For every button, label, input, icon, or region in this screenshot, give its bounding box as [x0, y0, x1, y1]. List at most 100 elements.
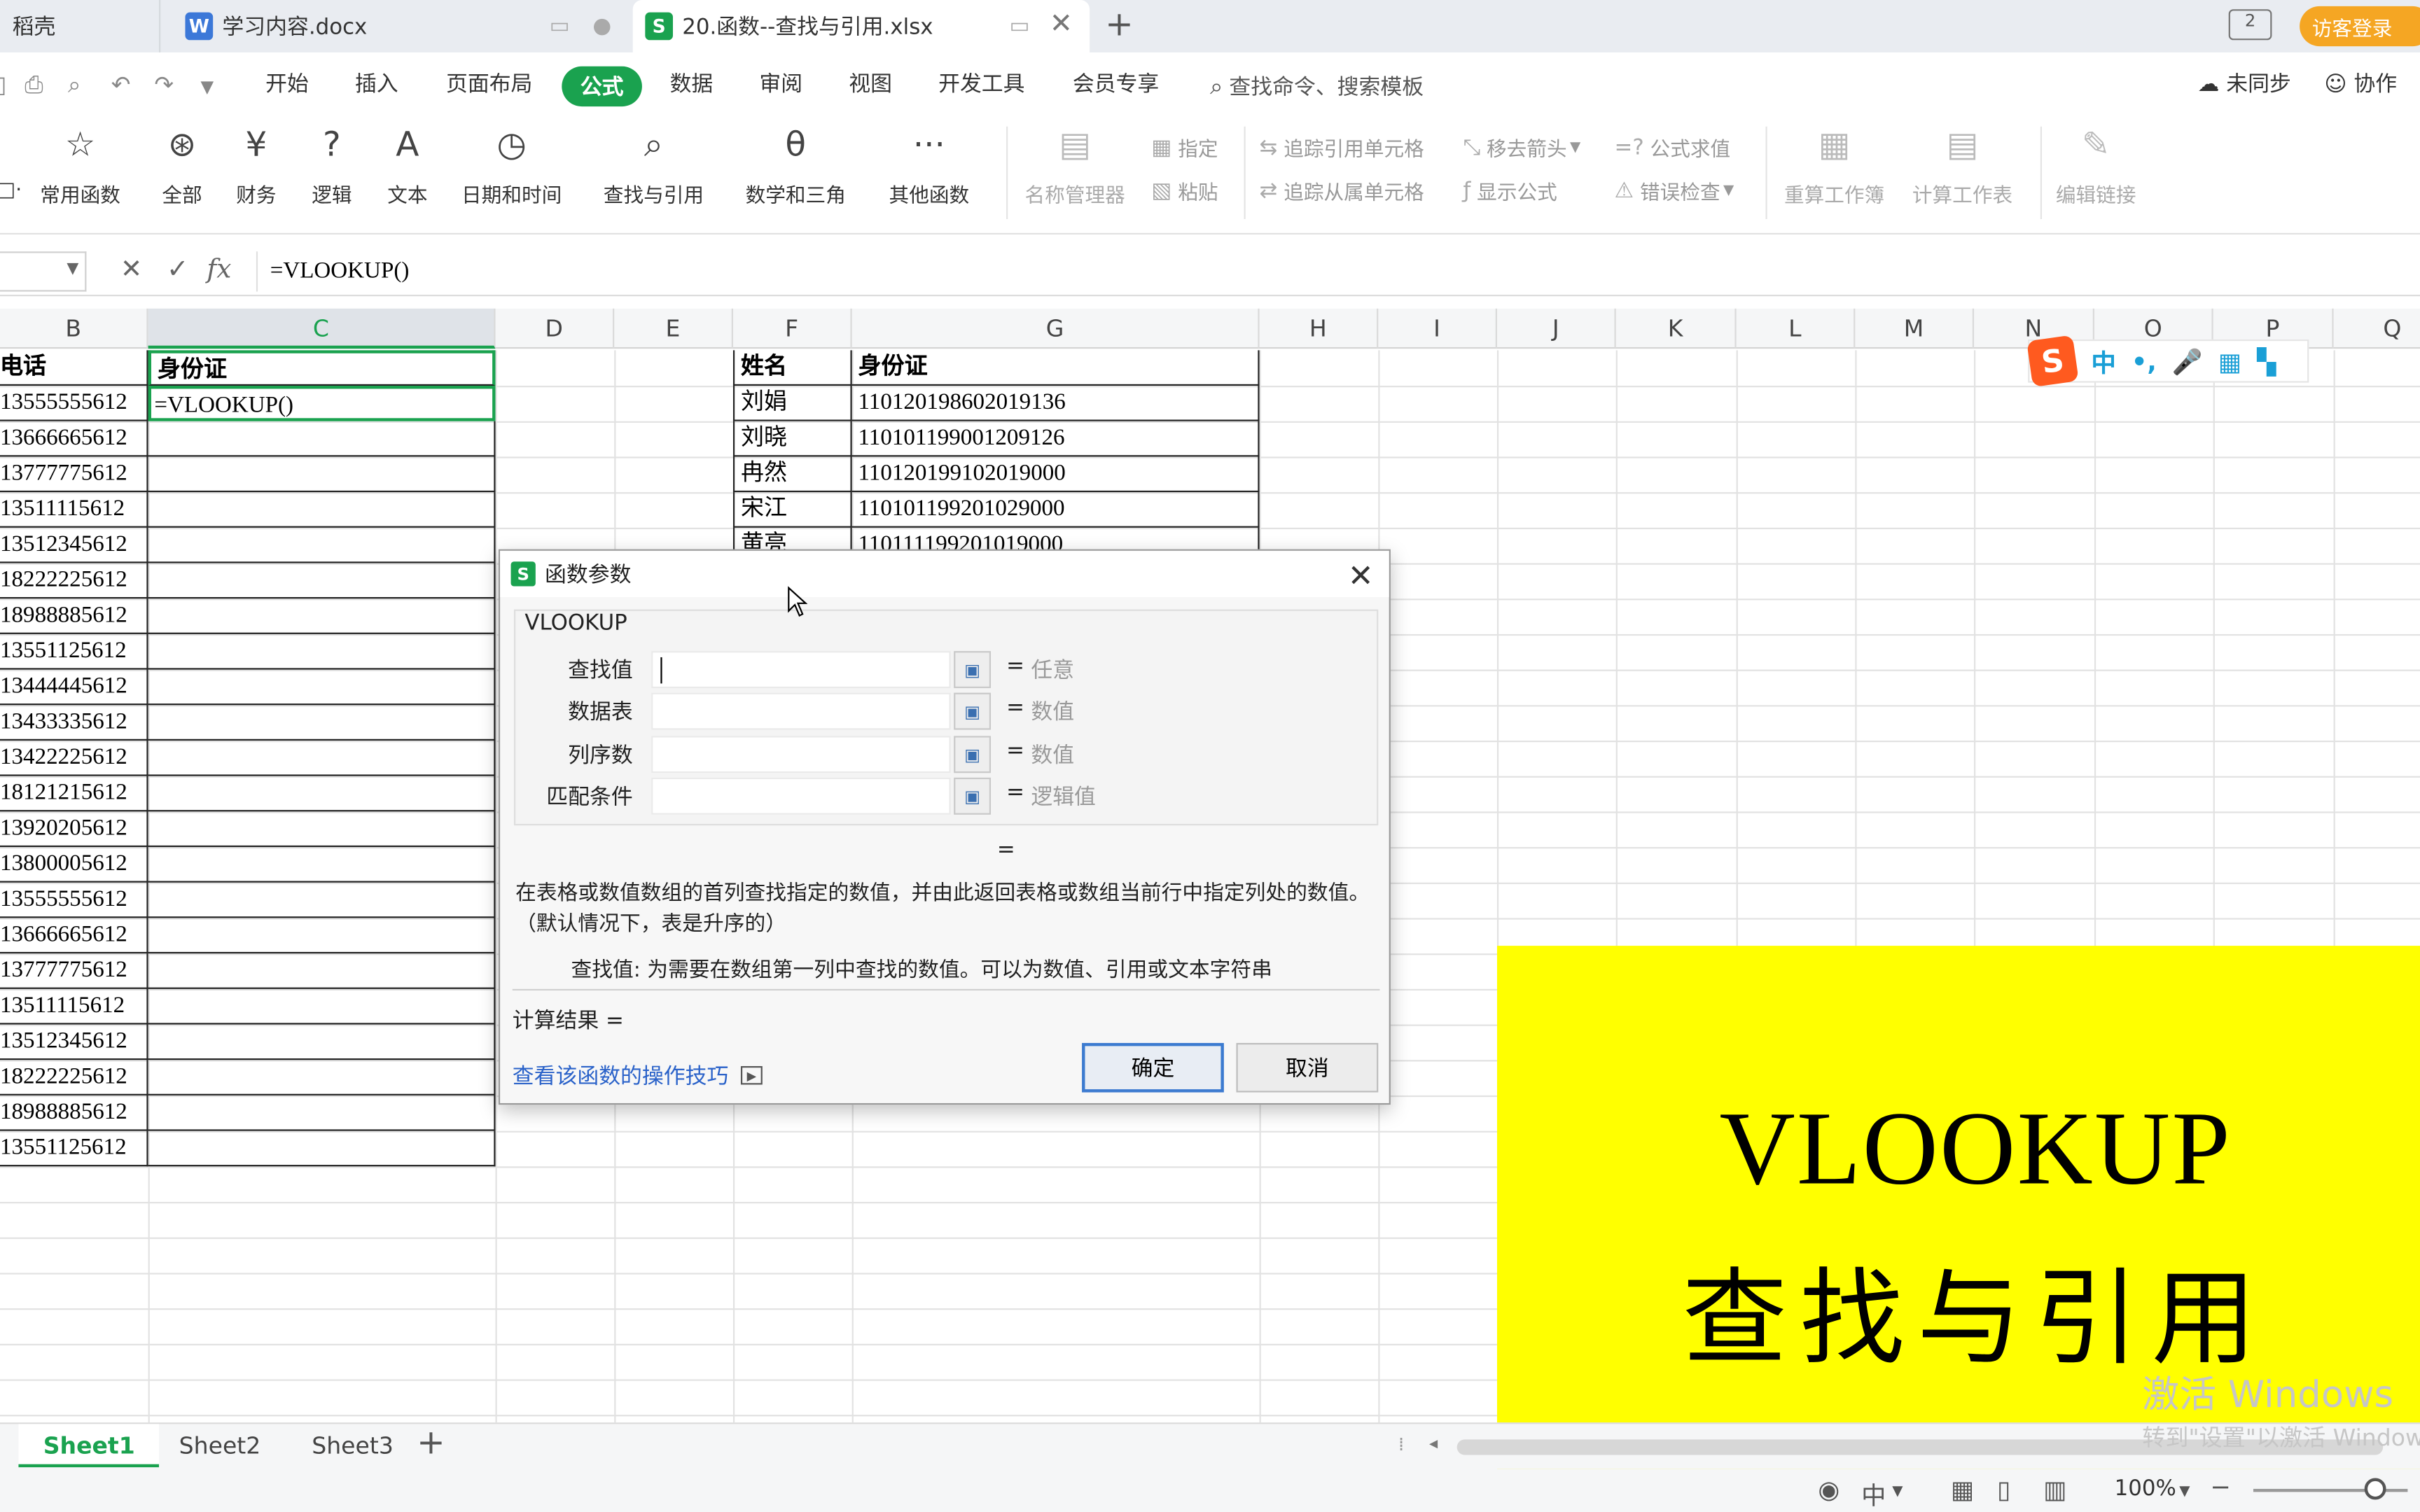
- zoom-level[interactable]: 100%: [2115, 1476, 2176, 1501]
- recalc-workbook-button[interactable]: ▦ 重算工作簿: [1784, 123, 1884, 209]
- show-formulas-button[interactable]: ƒ 显示公式: [1463, 176, 1557, 206]
- window-count-icon[interactable]: 2: [2228, 9, 2272, 41]
- phone-cell[interactable]: 13512345612: [0, 527, 148, 564]
- logical-button[interactable]: ? 逻辑: [310, 123, 354, 209]
- menu-data[interactable]: 数据: [670, 68, 714, 99]
- undo-icon[interactable]: ↶: [111, 71, 131, 99]
- arg-input-table-array[interactable]: [651, 692, 951, 730]
- phone-cell[interactable]: 18222225612: [0, 1060, 148, 1096]
- phone-cell[interactable]: 13551125612: [0, 634, 148, 670]
- id-card-cell[interactable]: [148, 918, 496, 954]
- sheet-tab-1[interactable]: Sheet1: [18, 1424, 160, 1468]
- col-header-b[interactable]: B: [0, 308, 148, 349]
- tab-docer[interactable]: 稻壳: [0, 0, 161, 52]
- tab-docx[interactable]: W 学习内容.docx ▭ ●: [173, 0, 630, 52]
- id-card-cell[interactable]: [148, 953, 496, 989]
- id-card-cell[interactable]: [148, 776, 496, 812]
- phone-cell[interactable]: 13422225612: [0, 740, 148, 776]
- name-cell[interactable]: 冉然: [732, 456, 852, 493]
- define-name-button[interactable]: ▦ 指定: [1151, 133, 1218, 162]
- id-card-cell[interactable]: [148, 1060, 496, 1096]
- id-card-cell[interactable]: [148, 740, 496, 776]
- menu-page-layout[interactable]: 页面布局: [446, 68, 532, 99]
- phone-cell[interactable]: 13555555612: [0, 882, 148, 918]
- eye-protection-icon[interactable]: ◉: [1818, 1475, 1840, 1504]
- phone-cell[interactable]: 13800005612: [0, 847, 148, 883]
- phone-cell[interactable]: 18988885612: [0, 1095, 148, 1131]
- id-card-cell[interactable]: [148, 527, 496, 564]
- menu-home[interactable]: 开始: [265, 68, 309, 99]
- confirm-formula-icon[interactable]: ✓: [167, 255, 188, 286]
- guest-login-button[interactable]: 访客登录: [2300, 6, 2420, 47]
- sheet-tab-2[interactable]: Sheet2: [154, 1424, 285, 1467]
- cell-c1[interactable]: 身份证: [148, 350, 496, 386]
- id-card-cell[interactable]: [148, 1130, 496, 1167]
- id-card-cell[interactable]: [148, 598, 496, 634]
- date-time-button[interactable]: ◷ 日期和时间: [461, 123, 562, 209]
- id-number-cell[interactable]: 110101199001209126: [851, 421, 1260, 457]
- evaluate-formula-button[interactable]: =? 公式求值: [1614, 133, 1730, 162]
- dialog-title-bar[interactable]: S 函数参数 ✕: [500, 550, 1389, 597]
- redo-icon[interactable]: ↷: [154, 71, 174, 99]
- collab-button[interactable]: ☺ 协作: [2324, 68, 2397, 99]
- input-method-icon[interactable]: 中: [1861, 1475, 1886, 1512]
- id-number-cell[interactable]: 110101199201029000: [851, 492, 1260, 528]
- name-box[interactable]: ▼: [0, 251, 87, 292]
- col-header-q[interactable]: Q: [2334, 309, 2420, 349]
- lookup-reference-button[interactable]: ⌕ 查找与引用: [604, 123, 704, 209]
- ime-chinese-mode-icon[interactable]: 中: [2092, 342, 2116, 379]
- dropdown-icon[interactable]: ▼: [1892, 1484, 1903, 1499]
- paste-names-button[interactable]: ▧ 粘贴: [1151, 176, 1218, 206]
- range-select-icon[interactable]: ▣: [954, 651, 992, 689]
- formula-input[interactable]: =VLOOKUP(): [256, 251, 2417, 292]
- name-cell[interactable]: 刘晓: [732, 421, 852, 457]
- close-icon[interactable]: ✕: [1348, 557, 1374, 594]
- apps-grid-icon[interactable]: ▚: [2257, 346, 2276, 376]
- arg-input-lookup-value[interactable]: [651, 651, 951, 689]
- monitor-icon[interactable]: ▭: [550, 14, 570, 38]
- header-id-card-2[interactable]: 身份证: [851, 350, 1260, 386]
- phone-cell[interactable]: 13777775612: [0, 456, 148, 493]
- sync-status[interactable]: ☁ 未同步: [2198, 68, 2291, 99]
- menu-view[interactable]: 视图: [849, 68, 892, 99]
- ok-button[interactable]: 确定: [1082, 1042, 1224, 1093]
- id-card-cell[interactable]: [148, 1024, 496, 1060]
- microphone-icon[interactable]: 🎤: [2172, 346, 2203, 376]
- trace-dependents-button[interactable]: ⇄ 追踪从属单元格: [1260, 176, 1424, 206]
- ime-toolbar[interactable]: S 中 •, 🎤 ▦ ▚: [2026, 335, 2309, 388]
- phone-cell[interactable]: 13920205612: [0, 811, 148, 848]
- insert-function-button[interactable]: □·: [0, 123, 31, 202]
- col-header-l[interactable]: L: [1737, 308, 1856, 349]
- range-select-icon[interactable]: ▣: [954, 692, 992, 730]
- trace-precedents-button[interactable]: ⇆ 追踪引用单元格: [1260, 133, 1424, 162]
- command-search[interactable]: ⌕ 查找命令、搜索模板: [1210, 71, 1424, 102]
- add-sheet-icon[interactable]: +: [417, 1424, 445, 1462]
- id-card-cell[interactable]: [148, 847, 496, 883]
- zoom-slider-knob[interactable]: [2364, 1478, 2386, 1500]
- id-card-cell[interactable]: [148, 669, 496, 706]
- page-break-view-icon[interactable]: ▥: [2043, 1475, 2066, 1504]
- header-name[interactable]: 姓名: [732, 350, 852, 386]
- col-header-m[interactable]: M: [1855, 308, 1975, 349]
- tab-xlsx[interactable]: S 20.函数--查找与引用.xlsx ▭ ✕: [632, 0, 1090, 52]
- range-select-icon[interactable]: ▣: [954, 736, 992, 774]
- save-icon[interactable]: ▯: [0, 71, 6, 99]
- col-header-g[interactable]: G: [852, 308, 1260, 349]
- new-tab-button[interactable]: +: [1105, 6, 1134, 45]
- math-trig-button[interactable]: θ 数学和三角: [746, 123, 846, 209]
- id-number-cell[interactable]: 110120198602019136: [851, 386, 1260, 421]
- id-number-cell[interactable]: 110120199102019000: [851, 456, 1260, 493]
- menu-review[interactable]: 审阅: [759, 68, 802, 99]
- menu-formulas[interactable]: 公式: [562, 66, 642, 107]
- fx-icon[interactable]: fx: [207, 255, 231, 286]
- phone-cell[interactable]: 13777775612: [0, 953, 148, 989]
- financial-button[interactable]: ¥ 财务: [235, 123, 278, 209]
- phone-cell[interactable]: 13555555612: [0, 386, 148, 421]
- scroll-left-icon[interactable]: ◂: [1429, 1434, 1438, 1454]
- col-header-j[interactable]: J: [1497, 308, 1616, 349]
- calc-sheet-button[interactable]: ▤ 计算工作表: [1912, 123, 2012, 209]
- more-functions-button[interactable]: ··· 其他函数: [889, 123, 970, 209]
- name-box-dropdown-icon[interactable]: ▼: [67, 260, 78, 277]
- id-card-cell[interactable]: [148, 1095, 496, 1131]
- sheet-tab-3[interactable]: Sheet3: [287, 1424, 418, 1467]
